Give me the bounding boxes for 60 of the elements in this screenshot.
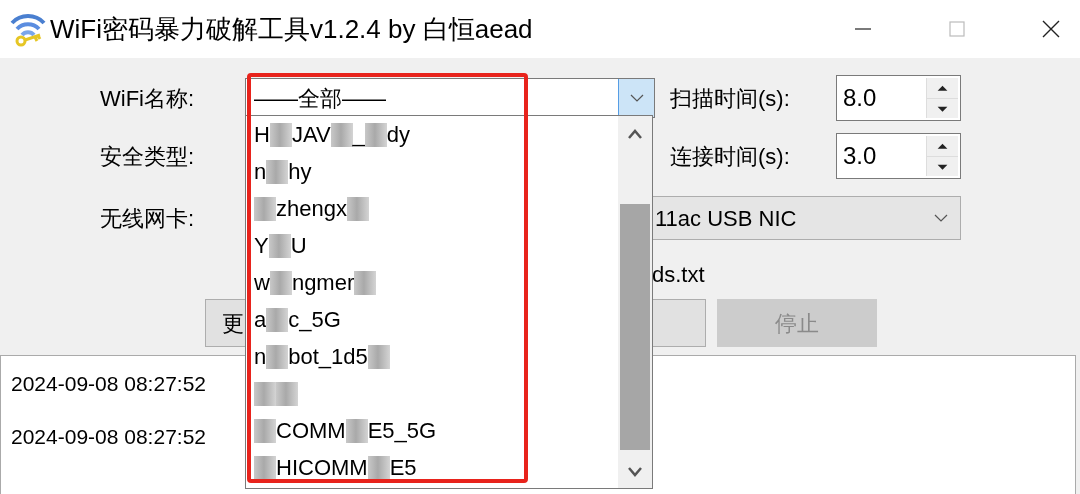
list-item-text[interactable]: JAV xyxy=(291,118,331,151)
list-item-text[interactable]: w xyxy=(254,266,270,299)
field-label: 安全类型: xyxy=(100,142,196,171)
spin-up-icon[interactable] xyxy=(927,136,958,157)
list-item-text[interactable]: COMM xyxy=(276,414,346,447)
blurred-text xyxy=(367,455,390,480)
blurred-text xyxy=(330,122,353,147)
blurred-text xyxy=(266,344,289,369)
list-item-text[interactable]: zhengx xyxy=(276,192,347,225)
list-item-text[interactable]: n xyxy=(254,340,267,373)
scroll-thumb[interactable] xyxy=(620,204,650,450)
field-label: WiFi名称: xyxy=(100,84,196,113)
scroll-up-icon[interactable] xyxy=(627,128,643,140)
list-item-text[interactable]: ngmer xyxy=(291,266,355,299)
list-item-text[interactable]: _ xyxy=(352,118,365,151)
number-spinner[interactable]: 3.0 xyxy=(836,133,961,179)
scrollbar[interactable] xyxy=(618,116,652,488)
field-label: 无线网卡: xyxy=(100,204,196,233)
dropdown-field[interactable]: 11ac USB NIC xyxy=(652,196,961,240)
window-title: WiFi密码暴力破解工具v1.2.4 by 白恒aead xyxy=(50,12,533,46)
list-item-text[interactable]: n xyxy=(254,155,267,188)
blurred-text xyxy=(367,344,390,369)
list-item-text[interactable]: E5_5G xyxy=(367,414,437,447)
chevron-down-icon xyxy=(629,94,644,102)
blurred-text xyxy=(346,196,369,221)
blurred-text xyxy=(345,418,368,443)
blurred-text xyxy=(268,233,291,258)
blurred-text xyxy=(364,122,387,147)
blurred-text xyxy=(269,122,292,147)
spin-up-icon[interactable] xyxy=(927,78,958,99)
list-item-text[interactable]: a xyxy=(254,303,267,336)
list-item-text[interactable]: c_5G xyxy=(288,303,341,336)
log-line: 2024-09-08 08:27:52 xyxy=(11,371,206,395)
blurred-text xyxy=(269,270,292,295)
field-label: 扫描时间(s): xyxy=(670,84,791,113)
list-item-text[interactable]: U xyxy=(290,229,307,262)
list-item-text[interactable]: dy xyxy=(386,118,411,151)
list-item-text[interactable]: bot_1d5 xyxy=(288,340,368,373)
blurred-text xyxy=(354,270,377,295)
log-line: 2024-09-08 08:27:52 xyxy=(11,424,206,448)
chevron-down-icon xyxy=(934,214,948,222)
blurred-text xyxy=(266,307,289,332)
scroll-down-icon[interactable] xyxy=(627,466,643,478)
blurred-text xyxy=(266,159,289,184)
blurred-text xyxy=(254,418,276,443)
blurred-text xyxy=(254,196,276,221)
list-item-text[interactable]: Y xyxy=(254,229,269,262)
number-spinner[interactable]: 8.0 xyxy=(836,75,961,121)
list-item-text[interactable]: hy xyxy=(288,155,312,188)
push-button[interactable]: 更 xyxy=(205,299,248,347)
blurred-text xyxy=(276,381,298,406)
field-label: 连接时间(s): xyxy=(670,142,791,171)
list-item-text[interactable]: E5 xyxy=(389,451,417,484)
file-path-text: ds.txt xyxy=(652,260,705,289)
blurred-text xyxy=(254,455,276,480)
list-item-text[interactable]: HICOMM xyxy=(276,451,368,484)
dropdown-field[interactable]: ——全部—— xyxy=(245,78,655,118)
blurred-text xyxy=(254,381,276,406)
wifi-key-icon xyxy=(10,11,46,47)
list-item-text[interactable]: H xyxy=(254,118,270,151)
